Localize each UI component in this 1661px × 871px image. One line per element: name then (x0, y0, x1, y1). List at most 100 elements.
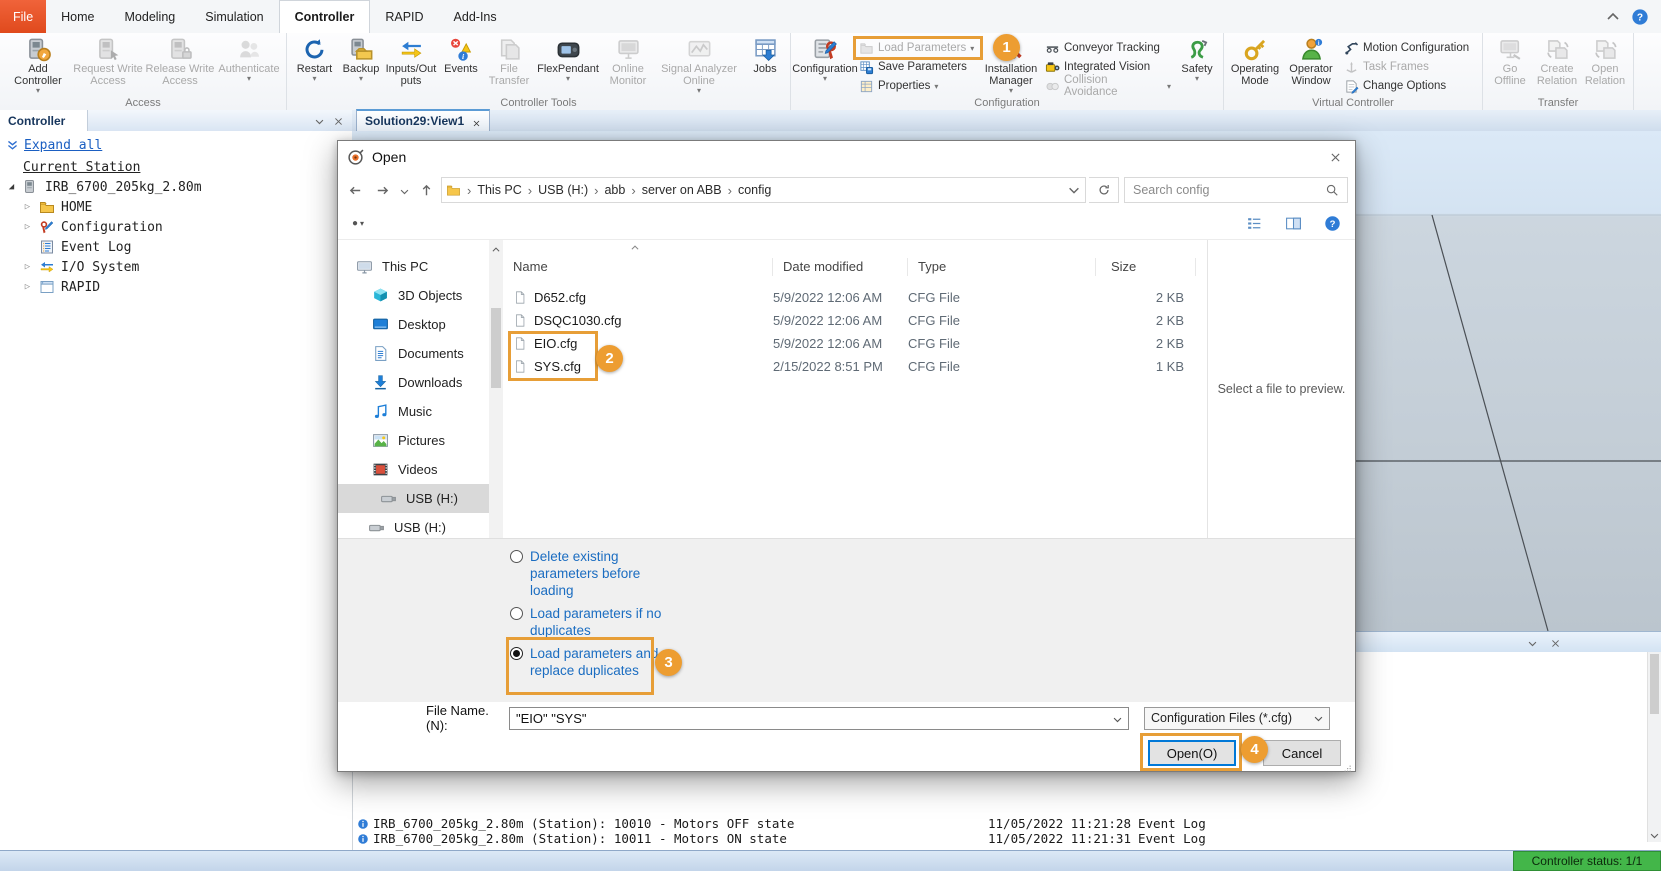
request-write-access-button[interactable]: Request Write Access (73, 35, 143, 95)
add-controller-button[interactable]: Add Controller▾ (5, 35, 71, 95)
expander-expanded-icon[interactable]: ◢ (6, 182, 17, 192)
file-name-dropdown-icon[interactable] (1112, 713, 1123, 724)
document-tab-close-icon[interactable] (472, 117, 481, 126)
tree-item-home[interactable]: ▷ HOME (0, 197, 352, 217)
place-this-pc[interactable]: This PC (338, 252, 489, 281)
collapse-ribbon-icon[interactable] (1605, 9, 1621, 25)
restart-button[interactable]: Restart▾ (292, 35, 337, 95)
address-bar[interactable]: › This PC › USB (H:) › abb › server on A… (441, 177, 1086, 203)
column-size[interactable]: Size (1096, 258, 1196, 276)
properties-button[interactable]: Properties▾ (856, 77, 980, 95)
output-panel-close-icon[interactable] (1550, 637, 1561, 648)
flexpendant-button[interactable]: FlexPendant▾ (535, 35, 601, 95)
recent-locations-button[interactable] (397, 178, 411, 202)
place-videos[interactable]: Videos (338, 455, 489, 484)
place-usb-h[interactable]: USB (H:) (338, 484, 489, 513)
preview-pane-icon[interactable] (1285, 215, 1302, 232)
breadcrumb-abb[interactable]: abb (604, 183, 625, 197)
authenticate-button[interactable]: Authenticate▾ (217, 35, 281, 95)
expander-collapsed-icon[interactable]: ▷ (22, 202, 33, 212)
sort-ascending-icon[interactable] (629, 241, 641, 251)
tab-rapid[interactable]: RAPID (370, 0, 438, 33)
task-frames-button[interactable]: Task Frames (1341, 58, 1477, 76)
column-type[interactable]: Type (908, 258, 1096, 276)
dialog-close-button[interactable] (1315, 141, 1355, 173)
place-3d-objects[interactable]: 3D Objects (338, 281, 489, 310)
breadcrumb-usb[interactable]: USB (H:) (538, 183, 588, 197)
expander-collapsed-icon[interactable]: ▷ (22, 262, 33, 272)
output-scrollbar[interactable] (1647, 652, 1661, 842)
save-parameters-button[interactable]: Save Parameters (856, 58, 980, 76)
file-name-input[interactable]: "EIO" "SYS" (509, 707, 1129, 730)
inputs-outputs-button[interactable]: Inputs/Outputs (385, 35, 437, 95)
tab-add-ins[interactable]: Add-Ins (439, 0, 512, 33)
radio-load-if-no-duplicates[interactable]: Load parameters if no duplicates (510, 605, 685, 639)
tab-file[interactable]: File (0, 0, 46, 33)
configuration-button[interactable]: Configuration▾ (796, 35, 854, 95)
address-dropdown-icon[interactable] (1067, 183, 1081, 197)
tree-item-event-log[interactable]: Event Log (0, 237, 352, 257)
back-button[interactable] (343, 178, 367, 202)
conveyor-tracking-button[interactable]: Conveyor Tracking (1042, 39, 1174, 57)
refresh-button[interactable] (1089, 177, 1119, 203)
file-row-d652[interactable]: D652.cfg 5/9/2022 12:06 AM CFG File 2 KB (503, 286, 1207, 309)
panel-close-icon[interactable] (333, 115, 344, 126)
forward-button[interactable] (370, 178, 394, 202)
place-pictures[interactable]: Pictures (338, 426, 489, 455)
tree-item-configuration[interactable]: ▷ Configuration (0, 217, 352, 237)
breadcrumb-config[interactable]: config (738, 183, 771, 197)
event-log-row[interactable]: IRB_6700_205kg_2.80m (Station): 10010 - … (355, 816, 1642, 831)
tree-item-controller[interactable]: ◢ IRB_6700_205kg_2.80m (0, 177, 352, 197)
resize-grip[interactable] (1342, 761, 1352, 771)
tab-home[interactable]: Home (46, 0, 109, 33)
file-transfer-button[interactable]: File Transfer (485, 35, 533, 95)
tree-item-io-system[interactable]: ▷ I/O System (0, 257, 352, 277)
organize-dropdown[interactable]: ●▾ (352, 218, 364, 229)
create-relation-button[interactable]: Create Relation (1534, 35, 1580, 95)
column-date-modified[interactable]: Date modified (773, 258, 908, 276)
event-log-row[interactable]: IRB_6700_205kg_2.80m (Station): 10011 - … (355, 831, 1642, 846)
dialog-help-icon[interactable]: ? (1324, 215, 1341, 232)
collision-avoidance-button[interactable]: Collision Avoidance▾ (1042, 77, 1174, 95)
tree-item-rapid[interactable]: ▷ RAPID (0, 277, 352, 297)
help-icon[interactable]: ? (1631, 8, 1649, 26)
output-panel-menu-icon[interactable] (1527, 637, 1538, 648)
list-view-icon[interactable] (1246, 215, 1263, 232)
file-row-dsqc1030[interactable]: DSQC1030.cfg 5/9/2022 12:06 AM CFG File … (503, 309, 1207, 332)
cancel-button[interactable]: Cancel (1263, 740, 1341, 766)
file-type-select[interactable]: Configuration Files (*.cfg) (1144, 707, 1330, 730)
online-monitor-button[interactable]: Online Monitor (603, 35, 653, 95)
operator-window-button[interactable]: i Operator Window (1283, 35, 1339, 95)
open-button[interactable]: Open(O) (1148, 740, 1236, 766)
place-usb-h-2[interactable]: USB (H:) (338, 513, 489, 538)
sidebar-scrollbar[interactable] (489, 240, 503, 538)
expand-all-link[interactable]: Expand all (24, 138, 102, 153)
scroll-down-icon[interactable] (1649, 829, 1660, 840)
expander-collapsed-icon[interactable]: ▷ (22, 282, 33, 292)
open-relation-button[interactable]: Open Relation (1582, 35, 1628, 95)
events-button[interactable]: i Events (439, 35, 483, 95)
safety-button[interactable]: Safety▾ (1176, 35, 1218, 95)
tree-item-current-station[interactable]: Current Station (0, 157, 352, 177)
place-desktop[interactable]: Desktop (338, 310, 489, 339)
up-button[interactable] (414, 178, 438, 202)
motion-configuration-button[interactable]: Motion Configuration (1341, 39, 1477, 57)
tab-simulation[interactable]: Simulation (190, 0, 278, 33)
radio-delete-existing[interactable]: Delete existing parameters before loadin… (510, 548, 685, 599)
expander-collapsed-icon[interactable]: ▷ (22, 222, 33, 232)
jobs-button[interactable]: Jobs (745, 35, 785, 95)
backup-button[interactable]: Backup▾ (339, 35, 383, 95)
place-downloads[interactable]: Downloads (338, 368, 489, 397)
go-offline-button[interactable]: Go Offline (1488, 35, 1532, 95)
breadcrumb-this-pc[interactable]: This PC (477, 183, 521, 197)
tab-modeling[interactable]: Modeling (110, 0, 191, 33)
place-documents[interactable]: Documents (338, 339, 489, 368)
search-input[interactable]: Search config (1124, 177, 1348, 203)
scroll-up-icon[interactable] (491, 243, 501, 253)
scrollbar-thumb[interactable] (491, 308, 501, 388)
change-options-button[interactable]: Change Options (1341, 77, 1477, 95)
column-name[interactable]: Name (503, 258, 773, 276)
release-write-access-button[interactable]: Release Write Access (145, 35, 215, 95)
breadcrumb-server-on-abb[interactable]: server on ABB (642, 183, 722, 197)
dialog-title-bar[interactable]: Open (338, 141, 1355, 173)
